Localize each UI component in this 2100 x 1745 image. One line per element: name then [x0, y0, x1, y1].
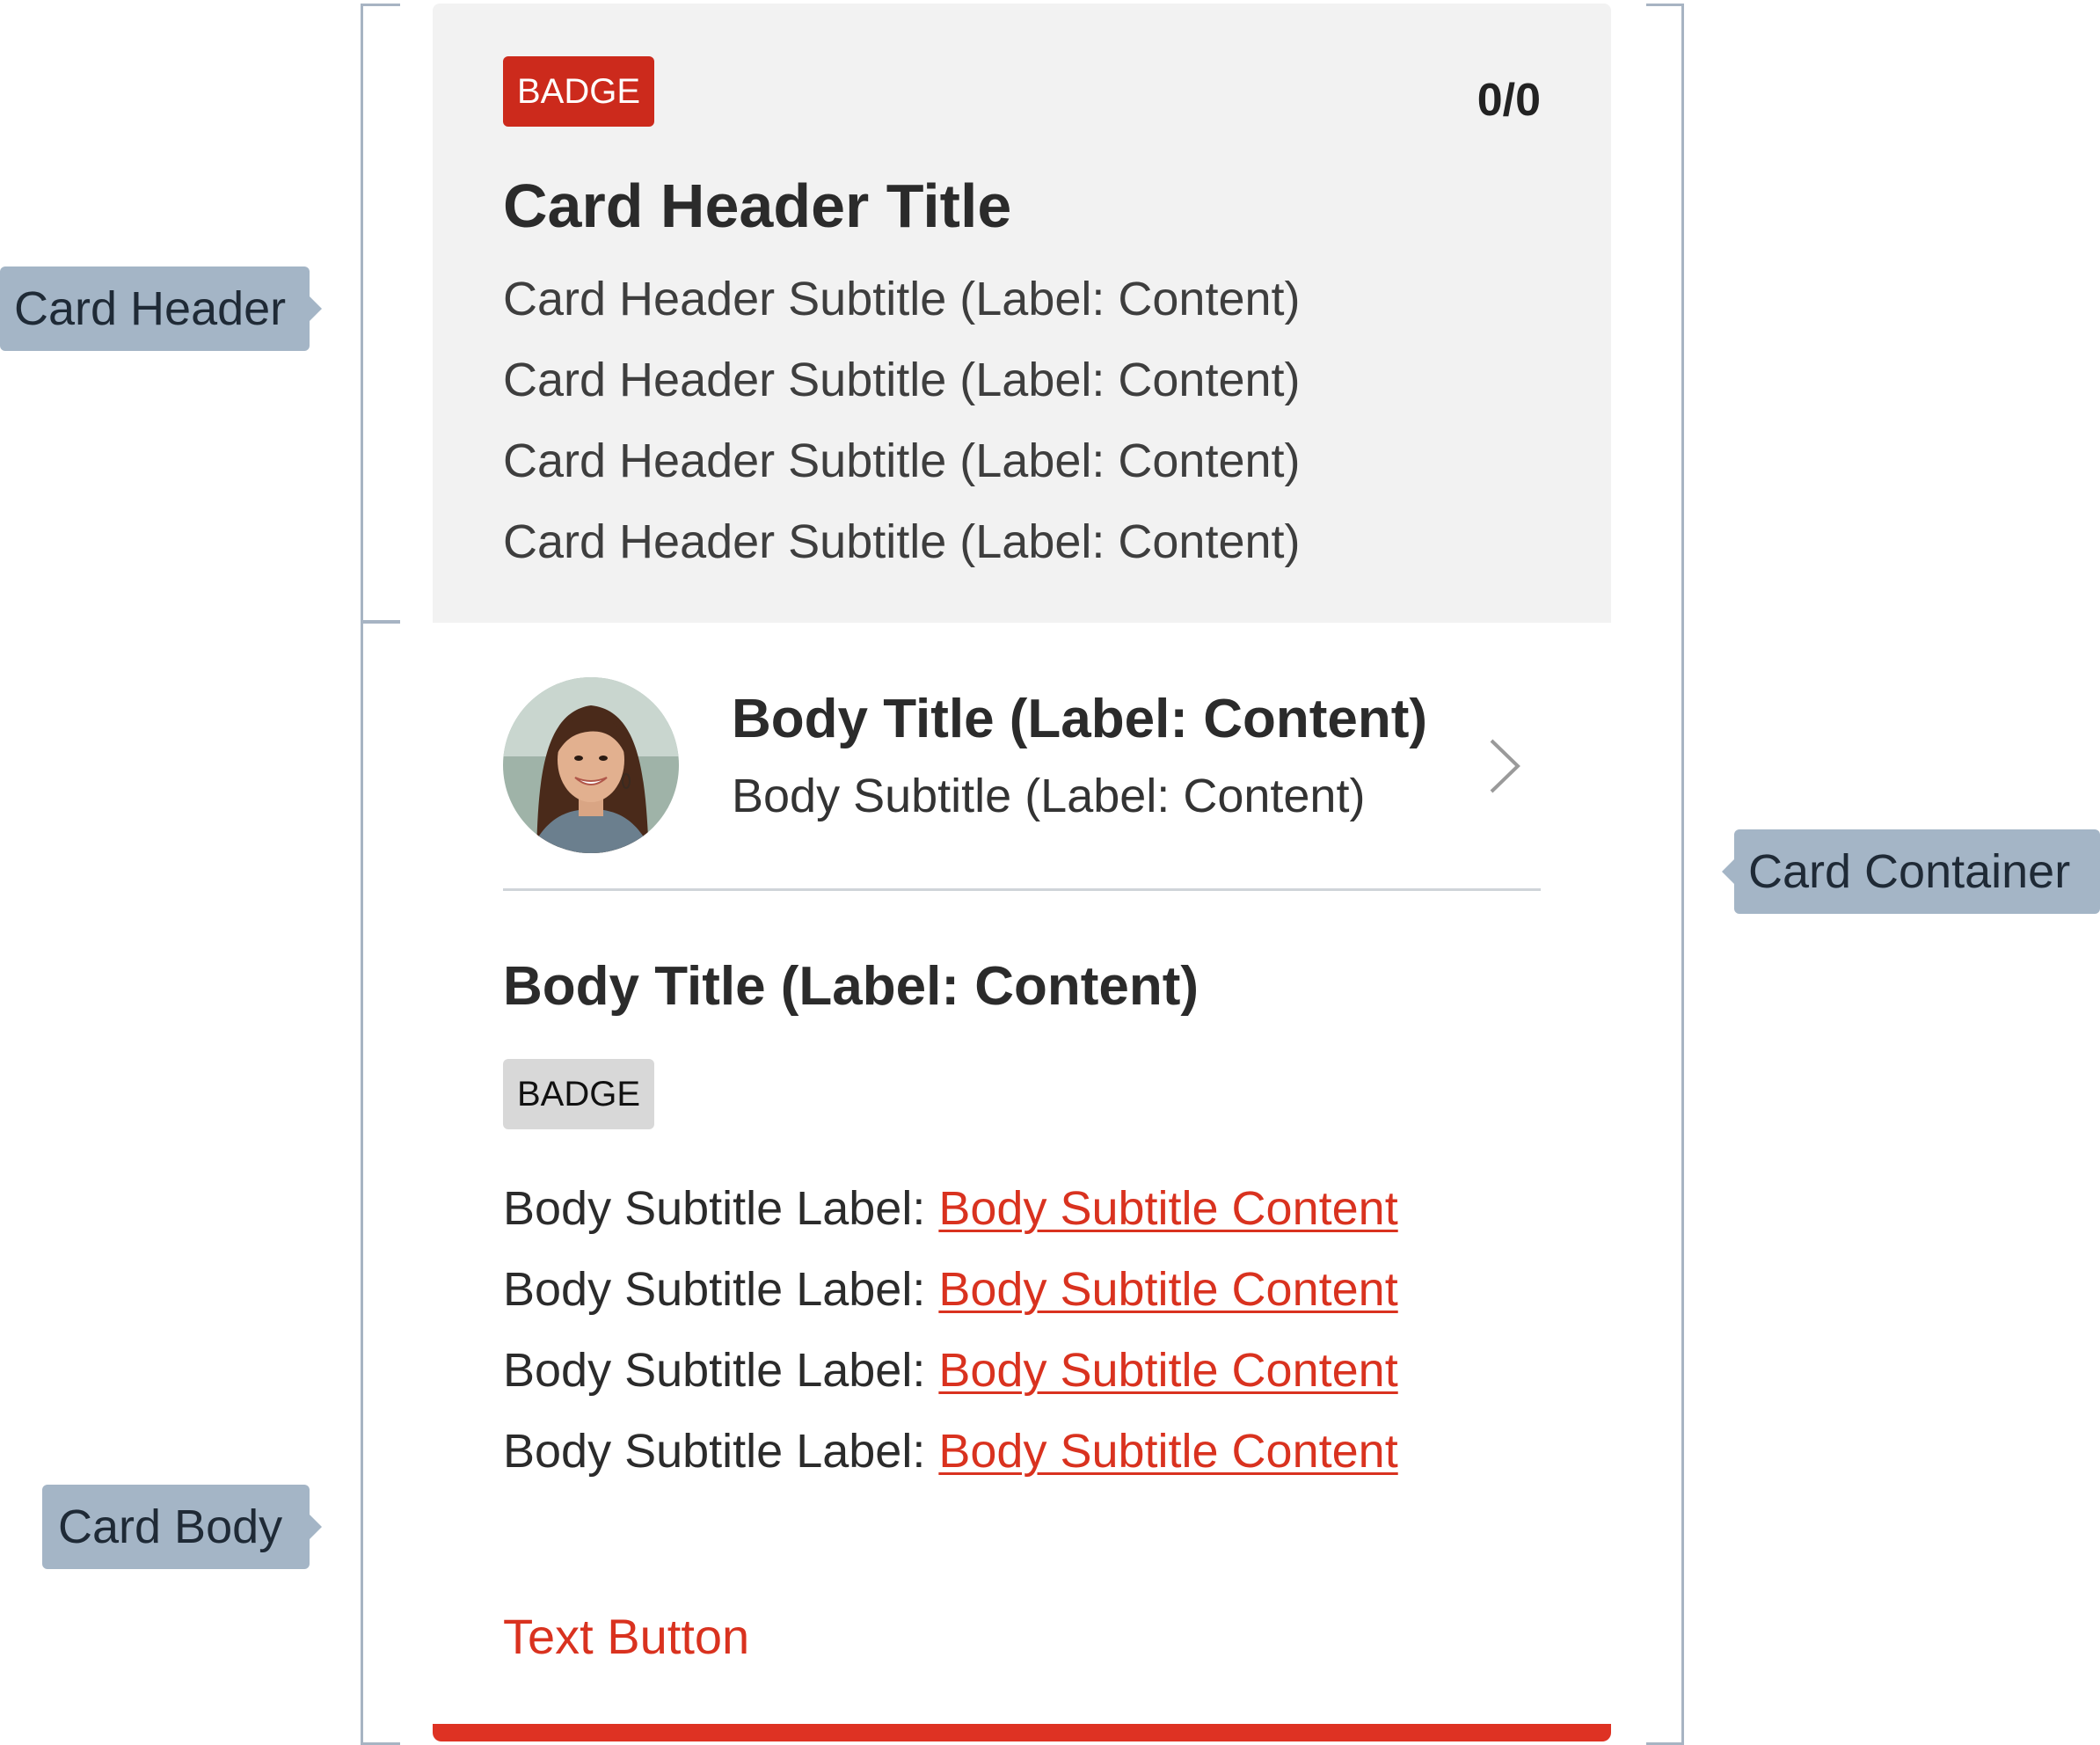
card-header-subtitle: Card Header Subtitle (Label: Content)	[503, 515, 1301, 568]
body-item-title: Body Title (Label: Content)	[732, 689, 1428, 749]
card-header-subtitle: Card Header Subtitle (Label: Content)	[503, 434, 1301, 487]
body-subtitle-label: Body Subtitle Label:	[503, 1182, 926, 1235]
body-subtitle-list: Body Subtitle Label: Body Subtitle Conte…	[503, 1168, 1398, 1492]
text-button[interactable]: Text Button	[503, 1608, 749, 1665]
person-avatar-icon	[503, 677, 679, 853]
body-divider	[503, 888, 1541, 891]
body-badge: BADGE	[503, 1059, 654, 1129]
card-header-subtitle: Card Header Subtitle (Label: Content)	[503, 273, 1301, 325]
card-header-callout: Card Header	[0, 266, 322, 351]
card-header-bracket	[361, 4, 400, 623]
body-subtitle-row: Body Subtitle Label: Body Subtitle Conte…	[503, 1330, 1398, 1411]
body-subtitle-label: Body Subtitle Label:	[503, 1263, 926, 1316]
card-header-subtitle: Card Header Subtitle (Label: Content)	[503, 354, 1301, 406]
card-body-bracket	[361, 621, 400, 1745]
card-header-subtitles: Card Header Subtitle (Label: Content) Ca…	[503, 259, 1301, 582]
body-subtitle-label: Body Subtitle Label:	[503, 1425, 926, 1478]
card-header-title: Card Header Title	[503, 172, 1012, 240]
card-container-bracket	[1646, 4, 1684, 1745]
header-badge: BADGE	[503, 56, 654, 127]
body-subtitle-link[interactable]: Body Subtitle Content	[938, 1182, 1397, 1235]
body-item-subtitle: Body Subtitle (Label: Content)	[732, 770, 1366, 822]
body-subtitle-label: Body Subtitle Label:	[503, 1344, 926, 1397]
card-container: BADGE 0/0 Card Header Title Card Header …	[433, 4, 1611, 1741]
card-container-callout: Card Container	[1722, 829, 2100, 914]
avatar	[503, 677, 679, 853]
diagram-canvas: Card Header Card Body Card Container BAD…	[0, 0, 2100, 1745]
body-subtitle-link[interactable]: Body Subtitle Content	[938, 1263, 1397, 1316]
body-section-title: Body Title (Label: Content)	[503, 956, 1199, 1017]
body-subtitle-link[interactable]: Body Subtitle Content	[938, 1344, 1397, 1397]
card-accent-bar	[433, 1724, 1611, 1741]
body-subtitle-row: Body Subtitle Label: Body Subtitle Conte…	[503, 1411, 1398, 1492]
body-subtitle-row: Body Subtitle Label: Body Subtitle Conte…	[503, 1249, 1398, 1330]
chevron-right-icon[interactable]	[1479, 735, 1532, 797]
header-counter: 0/0	[1477, 75, 1541, 126]
card-header: BADGE 0/0 Card Header Title Card Header …	[433, 4, 1611, 623]
body-subtitle-row: Body Subtitle Label: Body Subtitle Conte…	[503, 1168, 1398, 1249]
body-subtitle-link[interactable]: Body Subtitle Content	[938, 1425, 1397, 1478]
card-body-callout: Card Body	[42, 1485, 322, 1569]
